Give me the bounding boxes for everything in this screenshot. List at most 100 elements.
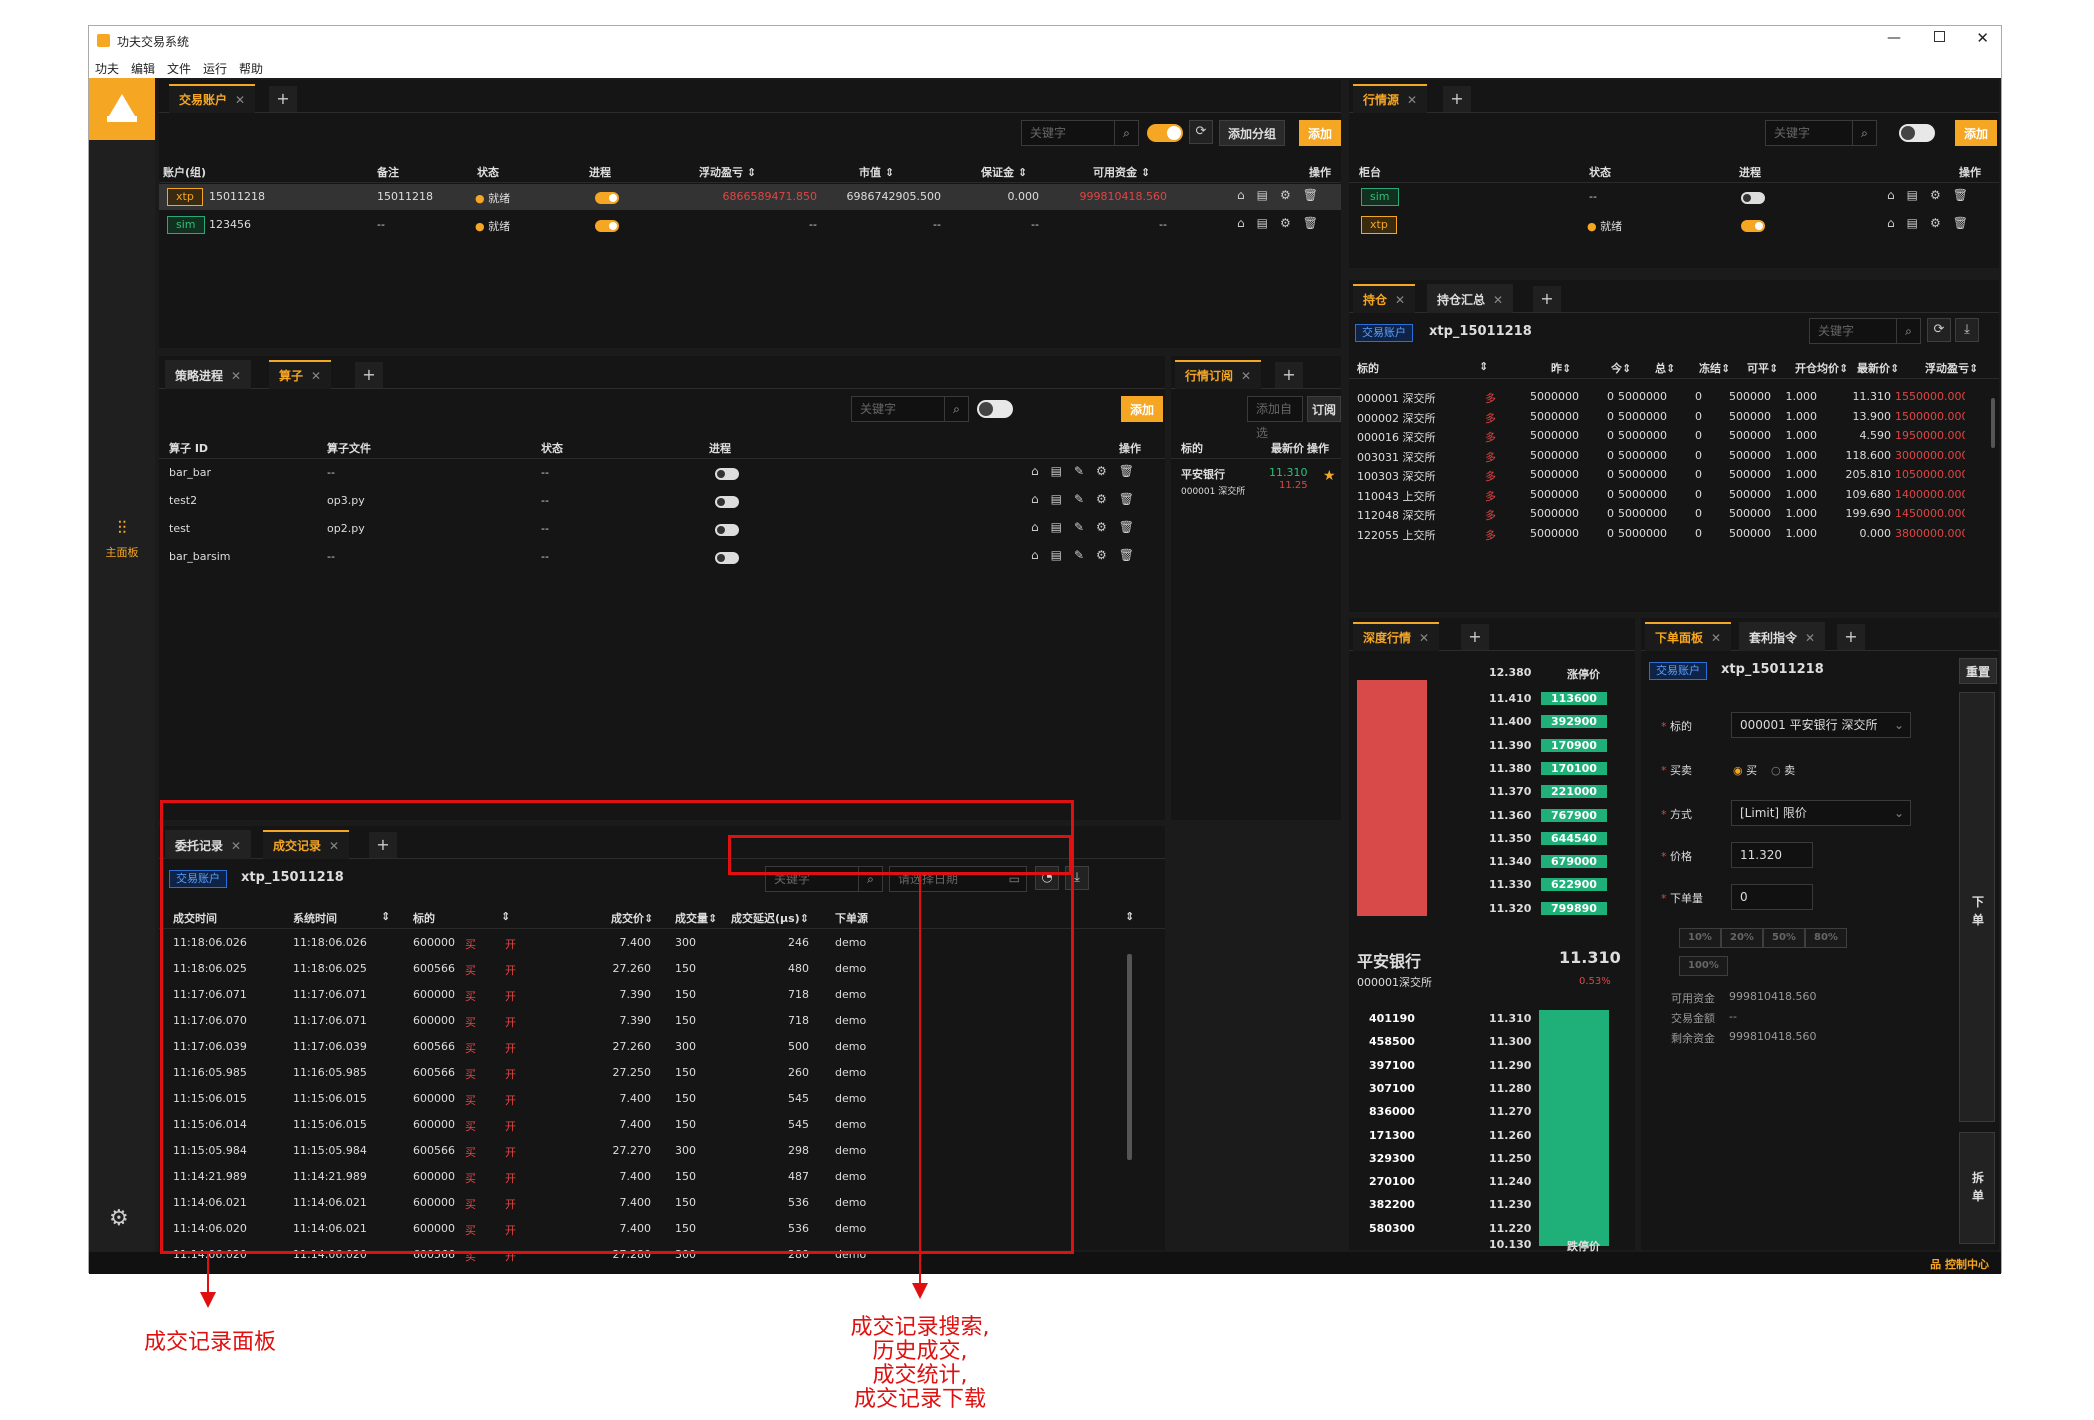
subscribe-button[interactable]: 订阅: [1307, 396, 1341, 422]
tab-trading-accounts[interactable]: 交易账户 ✕: [169, 84, 256, 113]
col-market-value[interactable]: 市值 ⇕: [859, 164, 894, 180]
accounts-master-toggle[interactable]: [1147, 124, 1183, 142]
process-toggle[interactable]: [595, 220, 619, 232]
positions-search-input[interactable]: 关键字 ⌕: [1809, 318, 1921, 344]
edit-icon[interactable]: ✎: [1074, 548, 1096, 562]
bank-icon[interactable]: ⌂: [1237, 188, 1257, 202]
delete-icon[interactable]: 🗑: [1119, 492, 1146, 506]
add-tab-button[interactable]: +: [269, 86, 297, 112]
pct-10-button[interactable]: 10%: [1679, 928, 1721, 948]
price-input[interactable]: 11.320: [1731, 842, 1813, 868]
close-tab-icon[interactable]: ✕: [1493, 293, 1503, 307]
delete-icon[interactable]: 🗑: [1119, 520, 1146, 534]
refresh-icon[interactable]: ⟳: [1927, 318, 1951, 342]
bank-icon[interactable]: ⌂: [1031, 464, 1051, 478]
side-buy-radio[interactable]: ◉ 买: [1733, 762, 1757, 778]
bank-icon[interactable]: ⌂: [1031, 548, 1051, 562]
file-icon[interactable]: ▤: [1907, 188, 1930, 202]
search-icon[interactable]: ⌕: [1114, 121, 1138, 145]
strategy-toggle[interactable]: [977, 400, 1013, 418]
gear-icon[interactable]: ⚙: [1280, 216, 1303, 230]
bank-icon[interactable]: ⌂: [1887, 216, 1907, 230]
bank-icon[interactable]: ⌂: [1887, 188, 1907, 202]
search-icon[interactable]: ⌕: [944, 397, 968, 421]
delete-icon[interactable]: 🗑: [1953, 216, 1980, 230]
strategy-search-input[interactable]: 关键字 ⌕: [851, 396, 969, 422]
process-toggle[interactable]: [595, 192, 619, 204]
bank-icon[interactable]: ⌂: [1237, 216, 1257, 230]
bank-icon[interactable]: ⌂: [1031, 492, 1051, 506]
split-order-button[interactable]: 拆单: [1959, 1132, 1995, 1244]
scrollbar[interactable]: [1127, 954, 1132, 1160]
reset-button[interactable]: 重置: [1959, 658, 1998, 684]
file-icon[interactable]: ▤: [1907, 216, 1930, 230]
file-icon[interactable]: ▤: [1257, 188, 1280, 202]
bank-icon[interactable]: ⌂: [1031, 520, 1051, 534]
delete-icon[interactable]: 🗑: [1119, 464, 1146, 478]
col-last-price[interactable]: 最新价⇕: [1857, 360, 1899, 376]
col-yesterday[interactable]: 昨⇕: [1551, 360, 1571, 376]
menu-run[interactable]: 运行: [203, 60, 227, 77]
delete-icon[interactable]: 🗑: [1119, 548, 1146, 562]
process-toggle[interactable]: [1741, 192, 1765, 204]
market-source-search-input[interactable]: 关键字 ⌕: [1765, 120, 1877, 146]
close-tab-icon[interactable]: ✕: [235, 93, 245, 107]
file-icon[interactable]: ▤: [1051, 492, 1074, 506]
side-sell-radio[interactable]: ○ 卖: [1771, 762, 1795, 778]
col-float-pnl[interactable]: 浮动盈亏 ⇕: [699, 164, 756, 180]
close-tab-icon[interactable]: ✕: [1407, 93, 1417, 107]
add-tab-button[interactable]: +: [1461, 624, 1489, 650]
gear-icon[interactable]: ⚙: [1096, 548, 1119, 562]
add-operator-button[interactable]: 添加: [1121, 396, 1164, 422]
menu-file[interactable]: 文件: [167, 60, 191, 77]
settings-gear-icon[interactable]: ⚙: [109, 1206, 129, 1231]
close-tab-icon[interactable]: ✕: [1805, 631, 1815, 645]
col-float-pnl[interactable]: 浮动盈亏⇕: [1925, 360, 1978, 376]
close-tab-icon[interactable]: ✕: [1241, 369, 1251, 383]
sort-icon[interactable]: ⇕: [1125, 910, 1134, 923]
pct-50-button[interactable]: 50%: [1763, 928, 1805, 948]
minimize-icon[interactable]: —: [1887, 30, 1901, 46]
pct-80-button[interactable]: 80%: [1805, 928, 1847, 948]
close-tab-icon[interactable]: ✕: [1395, 293, 1405, 307]
close-tab-icon[interactable]: ✕: [1711, 631, 1721, 645]
close-tab-icon[interactable]: ✕: [311, 369, 321, 383]
tab-positions[interactable]: 持仓 ✕: [1353, 284, 1416, 313]
main-panel-icon[interactable]: ⫶⫶: [89, 518, 155, 539]
scrollbar[interactable]: [1991, 398, 1995, 448]
col-direction[interactable]: ⇕: [1479, 360, 1488, 373]
pct-20-button[interactable]: 20%: [1721, 928, 1763, 948]
accounts-search-input[interactable]: 关键字 ⌕: [1021, 120, 1139, 146]
tab-operators[interactable]: 算子 ✕: [269, 360, 332, 389]
menu-edit[interactable]: 编辑: [131, 60, 155, 77]
tab-order-panel[interactable]: 下单面板 ✕: [1645, 622, 1732, 651]
file-icon[interactable]: ▤: [1051, 520, 1074, 534]
add-tab-button[interactable]: +: [1533, 286, 1561, 312]
gear-icon[interactable]: ⚙: [1280, 188, 1303, 202]
place-order-button[interactable]: 下单: [1959, 692, 1995, 1122]
close-tab-icon[interactable]: ✕: [231, 369, 241, 383]
file-icon[interactable]: ▤: [1051, 548, 1074, 562]
delete-icon[interactable]: 🗑: [1303, 188, 1330, 202]
col-available[interactable]: 可用资金 ⇕: [1093, 164, 1150, 180]
tab-strategy-process[interactable]: 策略进程 ✕: [165, 360, 252, 389]
close-window-icon[interactable]: ✕: [1976, 29, 1989, 47]
add-market-source-button[interactable]: 添加: [1955, 120, 1998, 146]
gear-icon[interactable]: ⚙: [1096, 520, 1119, 534]
add-tab-button[interactable]: +: [1275, 362, 1303, 388]
col-today[interactable]: 今⇕: [1611, 360, 1631, 376]
search-icon[interactable]: ⌕: [1852, 121, 1876, 145]
delete-icon[interactable]: 🗑: [1953, 188, 1980, 202]
menu-help[interactable]: 帮助: [239, 60, 263, 77]
gear-icon[interactable]: ⚙: [1930, 216, 1953, 230]
file-icon[interactable]: ▤: [1051, 464, 1074, 478]
col-total[interactable]: 总⇕: [1655, 360, 1675, 376]
add-tab-button[interactable]: +: [1443, 86, 1471, 112]
gear-icon[interactable]: ⚙: [1096, 464, 1119, 478]
tab-positions-summary[interactable]: 持仓汇总 ✕: [1427, 284, 1514, 313]
col-margin[interactable]: 保证金 ⇕: [981, 164, 1027, 180]
sidebar-main-panel-label[interactable]: 主面板: [89, 544, 155, 560]
tab-arbitrage[interactable]: 套利指令 ✕: [1739, 622, 1826, 651]
edit-icon[interactable]: ✎: [1074, 520, 1096, 534]
menu-kungfu[interactable]: 功夫: [95, 60, 119, 77]
